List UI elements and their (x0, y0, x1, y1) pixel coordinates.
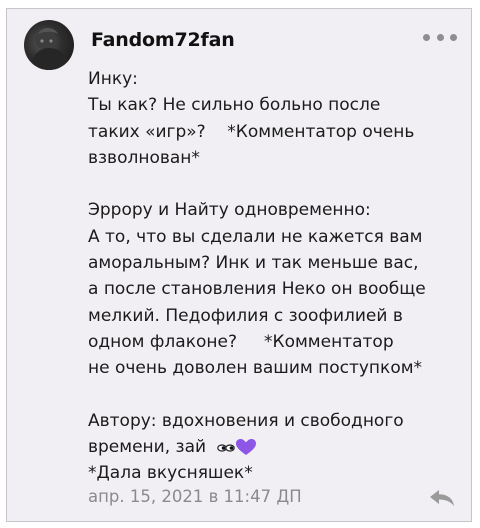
username[interactable]: Fandom72fan (91, 29, 235, 51)
comment-line: А то, что вы сделали не кажется вам (88, 226, 423, 247)
more-options-dot (450, 33, 457, 41)
comment-line: не очень доволен вашим поступком* (88, 358, 423, 379)
comment-card: Fandom72fan Инку: Ты как? Не сильно боль… (6, 8, 472, 522)
comment-line: *Дала вкусняшек* (88, 463, 253, 484)
comment-line: аморальным? Инк и так меньше вас, (88, 253, 419, 274)
timestamp: апр. 15, 2021 в 11:47 ДП (88, 487, 302, 506)
more-options-button[interactable] (423, 29, 457, 45)
eyes-and-purple-heart-emoji (217, 439, 257, 456)
avatar-icon (30, 28, 70, 70)
comment-line: Эррору и Найту одновременно: (88, 200, 371, 221)
comment-line: таких «игр»? *Комментатор очень (88, 121, 415, 142)
more-options-dot (436, 33, 444, 41)
comment-line: Автору: вдохновения и свободного (88, 410, 404, 431)
comment-line: Ты как? Не сильно больно после (88, 95, 381, 116)
comment-line: мелкий. Педофилия с зоофилией в (88, 305, 403, 326)
reply-button[interactable] (429, 489, 455, 507)
comment-line: одном флаконе? *Комментатор (88, 331, 394, 352)
comment-line: а после становления Неко он вообще (88, 279, 426, 300)
user-avatar[interactable] (24, 20, 74, 70)
comment-line: времени, зай (88, 437, 207, 458)
more-options-icon (423, 33, 430, 41)
comment-line: Инку: (88, 69, 138, 89)
comment-line: взволнован* (88, 147, 200, 168)
comment-body: Инку: Ты как? Не сильно больно после так… (88, 66, 468, 487)
comment-line-with-emoji: времени, зай (88, 434, 468, 460)
reply-arrow-icon (430, 490, 454, 506)
